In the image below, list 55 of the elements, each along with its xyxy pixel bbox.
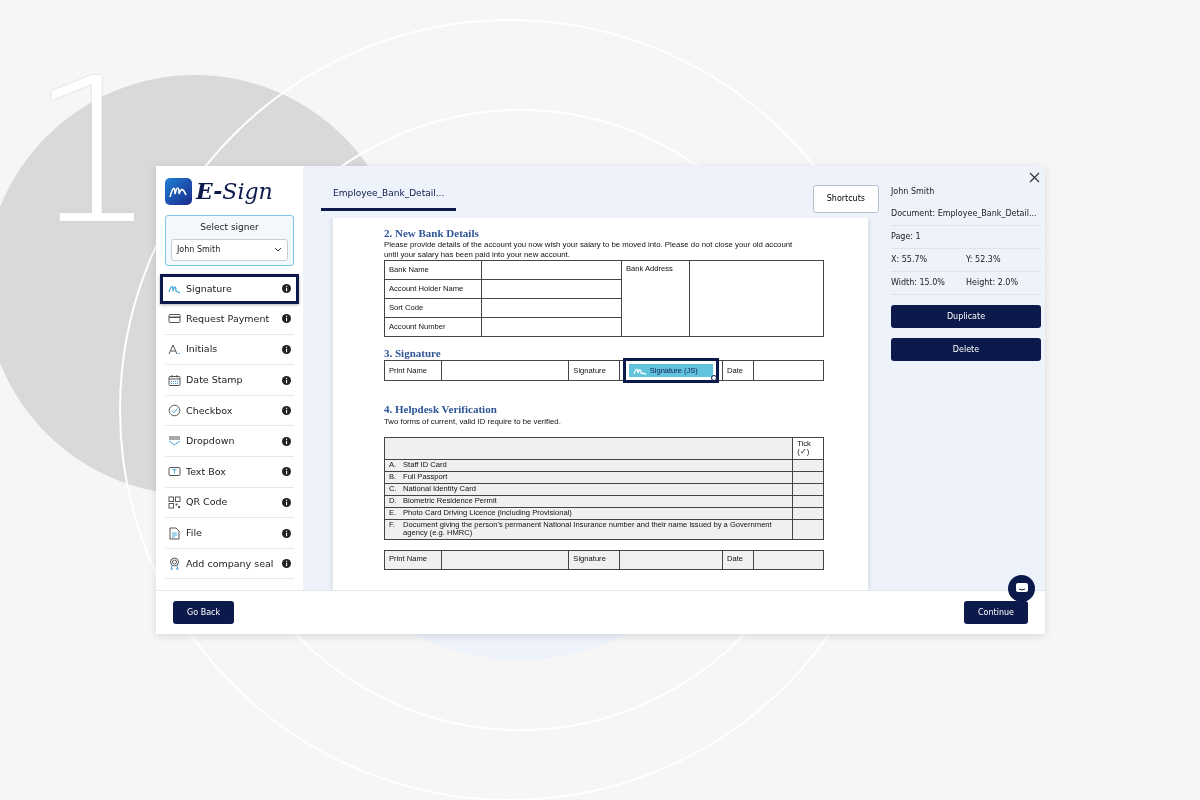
detail-text: X: 55.7% <box>891 254 929 266</box>
tool-item[interactable]: Checkbox <box>165 395 294 427</box>
logo-text: E-Sign <box>196 180 273 203</box>
info-icon[interactable] <box>282 375 291 385</box>
document-tab[interactable]: Employee_Bank_Detail... <box>321 186 457 211</box>
tool-item[interactable]: Dropdown <box>165 426 294 458</box>
section-heading: 3. Signature <box>384 346 442 361</box>
duplicate-button[interactable]: Duplicate <box>891 305 1041 328</box>
detail-text: Document: Employee_Bank_Detail... <box>891 208 1038 220</box>
detail-text: Y: 52.3% <box>966 254 1002 266</box>
chevron-icon <box>274 247 282 252</box>
tool-item[interactable]: QR Code <box>165 487 294 519</box>
tool-item[interactable]: Initials <box>165 334 294 366</box>
tool-item[interactable]: Text Box <box>165 457 294 488</box>
signer-select[interactable]: John Smith <box>171 238 288 261</box>
signer-name: John Smith <box>891 186 936 198</box>
tool-item[interactable]: Add company seal <box>165 548 294 580</box>
checkmark-icon <box>168 404 181 418</box>
signature-icon <box>632 366 647 375</box>
resize-handle[interactable] <box>711 375 717 382</box>
tool-item[interactable]: Date Stamp <box>165 365 294 396</box>
close-icon[interactable] <box>1029 172 1040 183</box>
dropdown-icon <box>168 434 181 448</box>
letter-icon <box>168 343 181 356</box>
card-icon <box>168 312 181 326</box>
info-icon[interactable] <box>282 467 291 477</box>
info-icon[interactable] <box>282 314 291 324</box>
section-heading: 2. New Bank Details <box>384 227 480 241</box>
info-icon[interactable] <box>282 528 291 538</box>
signer-label: Select signer <box>199 221 260 234</box>
seal-icon <box>168 557 181 571</box>
qr-code-icon <box>168 495 181 509</box>
go-back-button[interactable]: Go Back <box>173 601 235 624</box>
section-heading: 4. Helpdesk Verification <box>384 403 498 417</box>
tool-item[interactable]: Request Payment <box>165 304 294 335</box>
tool-item[interactable]: Signature <box>160 273 299 305</box>
info-icon[interactable] <box>282 406 291 416</box>
continue-button[interactable]: Continue <box>964 601 1028 624</box>
tool-item[interactable]: File <box>165 518 294 549</box>
document-icon <box>168 526 181 540</box>
table-cell <box>753 550 824 570</box>
detail-text: Width: 15.0% <box>891 277 946 289</box>
info-icon[interactable] <box>282 497 291 507</box>
detail-text: Height: 2.0% <box>966 277 1019 289</box>
calendar-icon <box>168 373 181 387</box>
info-icon[interactable] <box>282 436 291 446</box>
shortcuts-button[interactable]: Shortcuts <box>812 185 879 213</box>
logo-icon <box>165 178 192 205</box>
detail-text: Page: 1 <box>891 231 922 243</box>
text-box-icon <box>168 465 181 479</box>
info-icon[interactable] <box>282 345 291 354</box>
info-icon[interactable] <box>282 559 291 569</box>
table-cell <box>753 360 824 381</box>
info-icon[interactable] <box>282 284 291 294</box>
delete-button[interactable]: Delete <box>891 338 1041 361</box>
